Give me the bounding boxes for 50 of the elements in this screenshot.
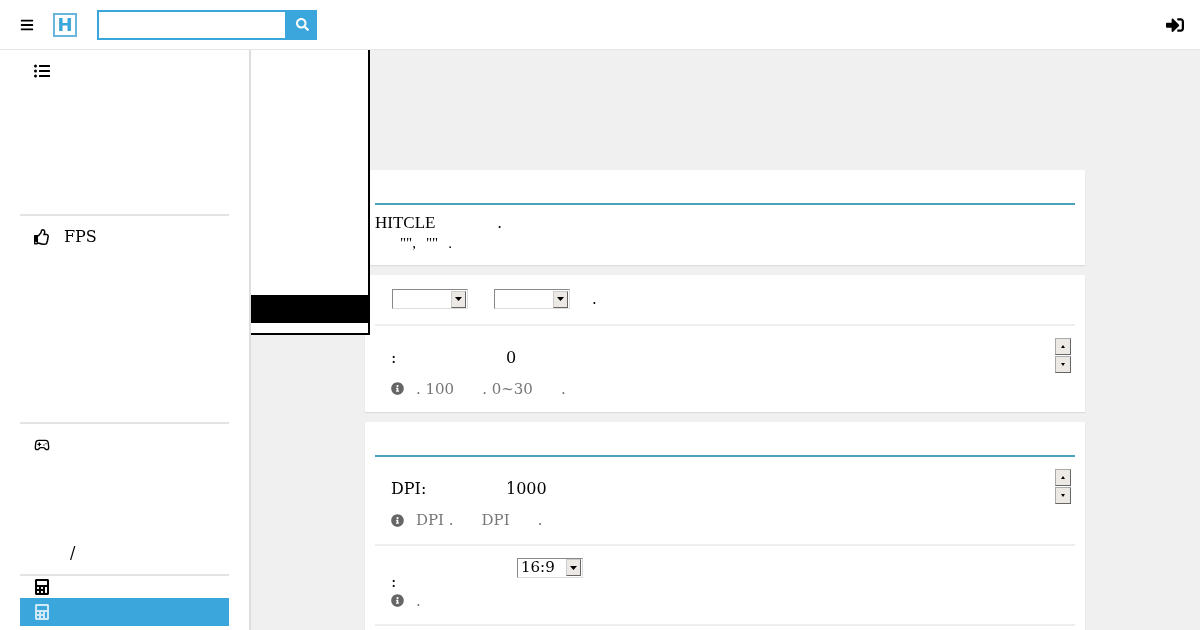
menu-icon[interactable] <box>20 17 34 32</box>
up-arrow-icon <box>1061 344 1065 348</box>
help-text: DPI <box>481 510 510 531</box>
search-field[interactable] <box>97 9 287 40</box>
search-button[interactable] <box>287 9 317 40</box>
suffix-text: . <box>592 289 597 310</box>
notice-text: . <box>497 213 502 233</box>
sidebar-item[interactable]: / <box>20 542 229 564</box>
select-field[interactable]: 16:9 <box>517 557 583 578</box>
info-icon <box>391 513 404 527</box>
value-field[interactable]: 1000 <box>506 477 547 501</box>
help-text: . <box>416 590 421 612</box>
notice-text: . <box>448 234 452 253</box>
caret-icon <box>557 297 564 302</box>
setting-label: : <box>391 346 398 369</box>
help-text: . 100 <box>416 378 455 400</box>
sign-in-icon[interactable] <box>1166 15 1184 34</box>
setting-label: : <box>391 570 398 593</box>
dropdown-button[interactable] <box>566 559 581 576</box>
decrement-button[interactable] <box>1055 487 1071 504</box>
notice-text: "", <box>400 234 416 253</box>
select-field[interactable] <box>494 289 570 310</box>
list-icon <box>34 63 50 79</box>
decrement-button[interactable] <box>1055 355 1071 373</box>
thumbs-up-icon <box>34 229 50 245</box>
help-text: . <box>560 378 566 400</box>
calculator-icon <box>34 579 50 595</box>
select-field[interactable] <box>392 289 468 310</box>
down-arrow-icon <box>1061 494 1065 497</box>
help-text: DPI . <box>416 510 454 531</box>
calculator-icon <box>34 604 50 620</box>
increment-button[interactable] <box>1055 469 1071 486</box>
down-arrow-icon <box>1061 362 1065 366</box>
gamepad-icon <box>34 437 50 453</box>
dropdown-button[interactable] <box>553 290 568 308</box>
help-text: . <box>537 510 543 531</box>
setting-label: DPI: <box>391 478 428 500</box>
notice-text: HITCLE <box>375 213 436 233</box>
up-arrow-icon <box>1061 476 1065 479</box>
dropdown-button[interactable] <box>451 290 466 308</box>
info-icon <box>391 382 404 396</box>
search-icon <box>295 18 309 31</box>
notice-text: "" <box>426 234 439 253</box>
caret-icon <box>570 565 577 570</box>
increment-button[interactable] <box>1055 337 1071 355</box>
info-icon <box>391 594 404 608</box>
value-field[interactable]: 0 <box>506 345 517 370</box>
help-text: . 0~30 <box>482 378 533 400</box>
sidebar-item[interactable]: FPS <box>20 226 229 248</box>
caret-icon <box>455 297 462 302</box>
